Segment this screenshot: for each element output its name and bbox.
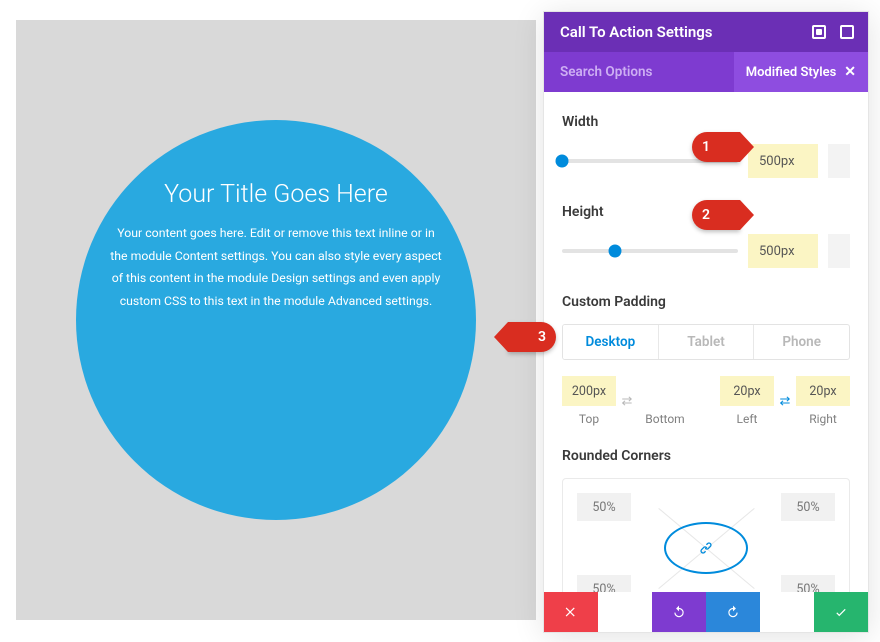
annotation-3: 3 <box>508 322 556 352</box>
rounded-corners-control: 50% 50% 50% 50% <box>562 478 850 592</box>
height-value[interactable]: 500px <box>748 234 818 268</box>
device-tabs: Desktop Tablet Phone <box>562 324 850 360</box>
custom-padding-label: Custom Padding <box>562 294 850 310</box>
save-button[interactable] <box>814 592 868 632</box>
panel-tabbar: Search Options Modified Styles ✕ <box>544 52 868 92</box>
tab-modified-label: Modified Styles <box>746 65 837 80</box>
annotation-pin: 2 <box>692 200 740 230</box>
padding-bottom-label: Bottom <box>638 412 692 426</box>
width-label: Width <box>562 114 850 130</box>
panel-header[interactable]: Call To Action Settings <box>544 12 868 52</box>
panel-title: Call To Action Settings <box>560 23 713 41</box>
height-unit[interactable] <box>828 234 850 268</box>
discard-button[interactable] <box>544 592 598 632</box>
settings-panel: Call To Action Settings Search Options M… <box>544 12 868 632</box>
cta-title[interactable]: Your Title Goes Here <box>104 180 448 209</box>
tab-modified-styles[interactable]: Modified Styles ✕ <box>734 52 868 92</box>
expand-icon[interactable] <box>840 25 854 39</box>
padding-top-label: Top <box>562 412 616 426</box>
undo-button[interactable] <box>652 592 706 632</box>
corner-tl[interactable]: 50% <box>577 493 631 521</box>
corner-bl[interactable]: 50% <box>577 575 631 592</box>
annotation-2: 2 <box>692 200 740 230</box>
padding-right-value[interactable]: 20px <box>796 376 850 406</box>
link-icon-lr[interactable]: ⇄ <box>776 386 794 416</box>
corner-tr[interactable]: 50% <box>781 493 835 521</box>
panel-footer <box>544 592 868 632</box>
search-options[interactable]: Search Options <box>544 52 734 92</box>
link-all-corners[interactable] <box>664 522 748 574</box>
chain-icon <box>698 540 714 556</box>
padding-right-label: Right <box>796 412 850 426</box>
preview-area: Your Title Goes Here Your content goes h… <box>16 20 536 620</box>
panel-body: Width 500px Height 500px Custom Padding … <box>544 92 868 592</box>
tab-tablet[interactable]: Tablet <box>659 325 755 359</box>
tab-phone[interactable]: Phone <box>754 325 849 359</box>
close-icon[interactable]: ✕ <box>844 65 856 79</box>
link-icon-tb[interactable]: ⇄ <box>618 386 636 416</box>
rounded-label: Rounded Corners <box>562 448 850 464</box>
padding-top-value[interactable]: 200px <box>562 376 616 406</box>
width-unit[interactable] <box>828 144 850 178</box>
tab-desktop[interactable]: Desktop <box>563 325 659 359</box>
cta-module[interactable]: Your Title Goes Here Your content goes h… <box>76 120 476 520</box>
snap-icon[interactable] <box>812 25 826 39</box>
corner-br[interactable]: 50% <box>781 575 835 592</box>
annotation-pin: 3 <box>508 322 556 352</box>
padding-left-value[interactable]: 20px <box>720 376 774 406</box>
redo-button[interactable] <box>706 592 760 632</box>
height-slider[interactable] <box>562 249 738 253</box>
padding-bottom-value[interactable] <box>638 376 692 406</box>
annotation-1: 1 <box>692 132 740 162</box>
width-value[interactable]: 500px <box>748 144 818 178</box>
annotation-pin: 1 <box>692 132 740 162</box>
padding-left-label: Left <box>720 412 774 426</box>
cta-content[interactable]: Your content goes here. Edit or remove t… <box>104 223 448 314</box>
